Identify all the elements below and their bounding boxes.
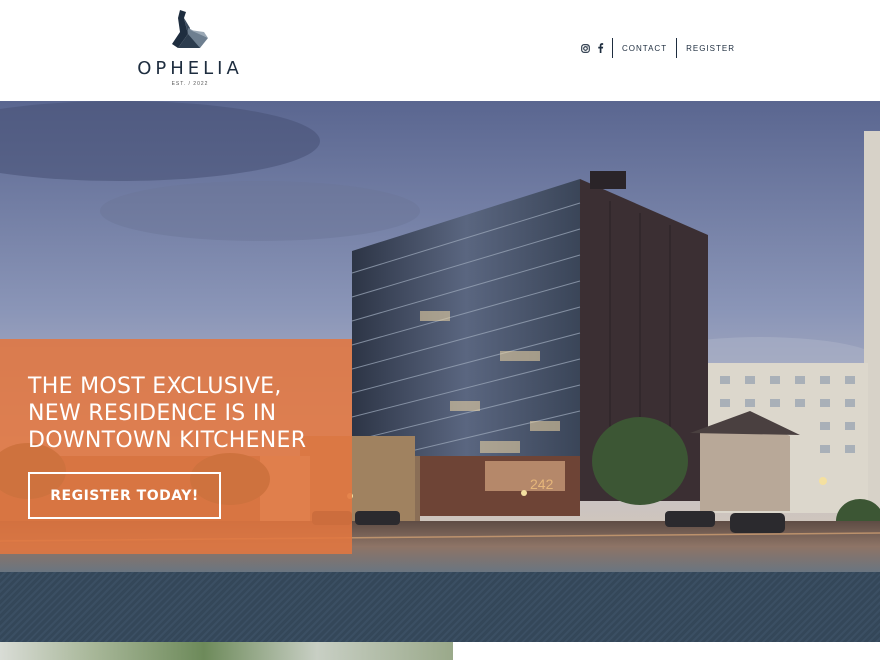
brand-tagline: EST. / 2022 [171, 81, 209, 87]
nav-contact-link[interactable]: CONTACT [613, 44, 676, 53]
brand-name: OPHELIA [137, 58, 243, 79]
tree-photo [0, 642, 453, 660]
navy-striped-band [0, 572, 880, 642]
hero-banner: 242 THE MOST EXCLUSIVE, NEW RESIDENCE IS [0, 101, 880, 572]
social-links [581, 43, 612, 53]
nav-register-link[interactable]: REGISTER [677, 44, 744, 53]
logo[interactable]: OPHELIA EST. / 2022 [130, 8, 250, 94]
building-number: 242 [530, 476, 554, 492]
register-today-button[interactable]: REGISTER TODAY! [28, 472, 221, 519]
swan-logo-icon [172, 10, 208, 48]
instagram-icon[interactable] [581, 43, 590, 53]
hero-headline: THE MOST EXCLUSIVE, NEW RESIDENCE IS IN … [28, 374, 307, 453]
facebook-icon[interactable] [597, 43, 604, 53]
top-nav: CONTACT REGISTER [581, 38, 744, 58]
site-header: OPHELIA EST. / 2022 CONTACT REGISTER [0, 0, 880, 101]
hero-callout: THE MOST EXCLUSIVE, NEW RESIDENCE IS IN … [0, 339, 352, 554]
next-section [0, 642, 880, 660]
